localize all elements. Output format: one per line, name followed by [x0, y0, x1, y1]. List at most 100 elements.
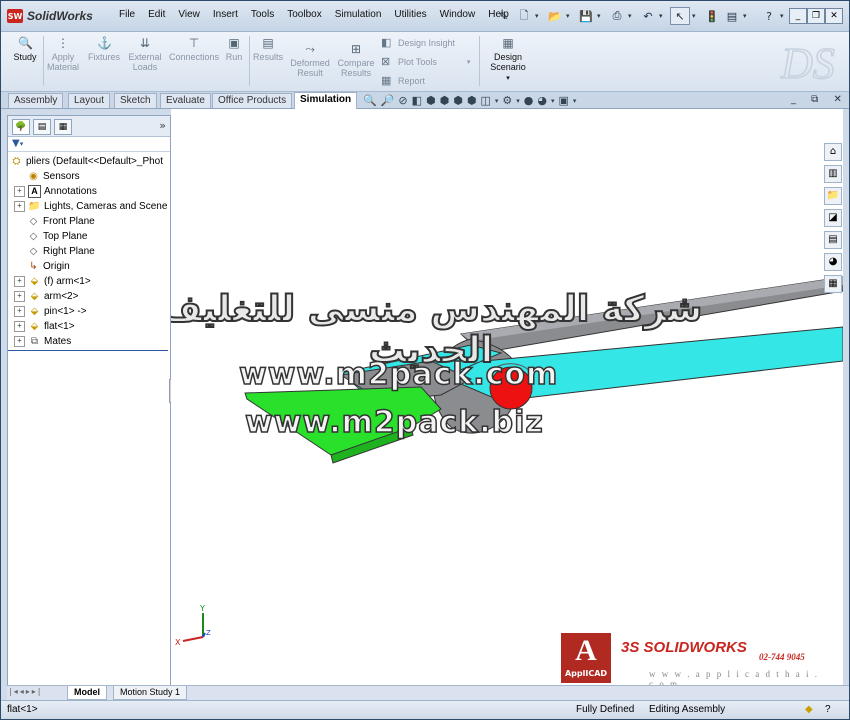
report-button[interactable]: ▦ Report	[381, 74, 425, 87]
chevron-down-icon[interactable]: ▾	[551, 97, 555, 105]
tree-root[interactable]: ⛭ pliers (Default<<Default>_Phot	[10, 154, 164, 169]
tree-item-arm-1[interactable]: + ⬙ (f) arm<1>	[14, 274, 91, 289]
open-folder-icon[interactable]: 📂	[546, 8, 564, 24]
fixtures-button[interactable]: ⚓ Fixtures	[85, 36, 123, 62]
close-button[interactable]: ✕	[825, 8, 843, 24]
save-icon[interactable]: 💾	[577, 8, 595, 24]
appearances-icon[interactable]: ◕	[824, 253, 842, 271]
tab-scroll-arrows-icon[interactable]: |◂◂▸▸|	[9, 687, 42, 696]
zoom-to-area-icon[interactable]: 🔎	[381, 94, 395, 107]
chevron-down-icon[interactable]: ▾	[516, 97, 520, 105]
results-button[interactable]: ▤ Results	[252, 36, 284, 62]
tree-item-mates[interactable]: + ⧉ Mates	[14, 334, 71, 349]
menu-file[interactable]: File	[119, 9, 135, 20]
viewport-window-controls[interactable]: _ ⧉ ✕	[791, 94, 848, 105]
chevron-down-icon[interactable]: ▾	[780, 12, 787, 20]
menu-toolbox[interactable]: Toolbox	[287, 9, 321, 20]
menu-window[interactable]: Window	[440, 9, 476, 20]
graphics-area[interactable]: شركة المهندس منسى للتغليف الحديث www.m2p…	[171, 109, 843, 685]
compare-results-button[interactable]: ⊞ Compare Results	[335, 42, 377, 78]
realview-icon[interactable]: ◕	[537, 94, 547, 107]
new-document-icon[interactable]: 🗋	[515, 8, 533, 24]
home-icon[interactable]: ⌂	[824, 143, 842, 161]
tree-item-arm-2[interactable]: + ⬙ arm<2>	[14, 289, 78, 304]
previous-view-icon[interactable]: ⊘	[398, 94, 407, 107]
chevron-down-icon[interactable]: ▾	[743, 12, 750, 20]
chevron-down-icon[interactable]: ▾	[506, 75, 510, 82]
tree-item-flat[interactable]: + ⬙ flat<1>	[14, 319, 75, 334]
tree-item-annotations[interactable]: + A Annotations	[14, 184, 97, 199]
apply-scene-icon[interactable]: ◫	[480, 94, 490, 107]
chevron-down-icon[interactable]: ▾	[535, 12, 542, 20]
external-loads-button[interactable]: ⇊ External Loads	[125, 36, 165, 72]
tree-item-top-plane[interactable]: ◇ Top Plane	[27, 229, 88, 244]
menu-simulation[interactable]: Simulation	[335, 9, 382, 20]
chevron-down-icon[interactable]: ▾	[659, 12, 666, 20]
edit-appearance-icon[interactable]: ⬢	[467, 94, 477, 107]
undo-icon[interactable]: ↶	[639, 8, 657, 24]
tab-layout[interactable]: Layout	[68, 93, 111, 108]
deformed-result-button[interactable]: ⤳ Deformed Result	[289, 42, 331, 78]
expand-icon[interactable]: +	[14, 186, 25, 197]
chevron-down-icon[interactable]: ▾	[628, 12, 635, 20]
connections-button[interactable]: ⊤ Connections	[167, 36, 221, 62]
property-icon[interactable]: ▤	[824, 231, 842, 249]
section-view-icon[interactable]: ◧	[412, 94, 422, 107]
select-pointer-icon[interactable]: ↖	[670, 7, 690, 25]
tree-item-right-plane[interactable]: ◇ Right Plane	[27, 244, 95, 259]
view-orientation-icon[interactable]: ⬢	[426, 94, 436, 107]
configuration-manager-tab-icon[interactable]: ▦	[54, 119, 72, 135]
plot-tools-button[interactable]: ⊠ Plot Tools ▾	[381, 55, 470, 68]
tab-motion-study-1[interactable]: Motion Study 1	[113, 686, 188, 700]
app-logo[interactable]: SW SolidWorks	[7, 7, 93, 25]
hide-show-icon[interactable]: ⬢	[453, 94, 463, 107]
feature-manager-tab-icon[interactable]: 🌳	[12, 119, 30, 135]
chevron-down-icon[interactable]: ▾	[692, 12, 699, 20]
menu-tools[interactable]: Tools	[251, 9, 274, 20]
design-library-icon[interactable]: ▥	[824, 165, 842, 183]
tab-simulation[interactable]: Simulation	[294, 92, 358, 109]
view-settings-icon[interactable]: ⚙	[502, 94, 512, 107]
help-icon[interactable]: ?	[825, 704, 831, 715]
design-insight-button[interactable]: ◧ Design Insight	[381, 36, 455, 49]
options-icon[interactable]: ▤	[723, 8, 741, 24]
restore-button[interactable]: ❐	[807, 8, 825, 24]
help-icon[interactable]: ?	[760, 8, 778, 24]
color-ball-icon[interactable]: ●	[524, 94, 534, 107]
expand-icon[interactable]: +	[14, 306, 25, 317]
tab-office-products[interactable]: Office Products	[212, 93, 293, 108]
screen-capture-icon[interactable]: ▣	[559, 94, 569, 107]
minimize-button[interactable]: _	[789, 8, 807, 24]
view-palette-icon[interactable]: ◪	[824, 209, 842, 227]
expand-icon[interactable]: +	[14, 201, 25, 212]
pliers-model[interactable]	[171, 109, 843, 685]
apply-material-button[interactable]: ⋮ Apply Material	[45, 36, 81, 72]
tree-filter[interactable]: ▼▾	[8, 137, 170, 152]
custom-properties-icon[interactable]: ▦	[824, 275, 842, 293]
menu-edit[interactable]: Edit	[148, 9, 165, 20]
tab-model[interactable]: Model	[67, 686, 107, 700]
tree-item-lights[interactable]: + 📁 Lights, Cameras and Scene	[14, 199, 167, 214]
tab-assembly[interactable]: Assembly	[8, 93, 64, 108]
chevron-down-icon[interactable]: ▾	[573, 97, 577, 105]
tree-item-sensors[interactable]: ◉ Sensors	[27, 169, 80, 184]
tree-item-origin[interactable]: ↳ Origin	[27, 259, 69, 274]
rollback-bar[interactable]	[8, 350, 168, 351]
tab-sketch[interactable]: Sketch	[114, 93, 157, 108]
design-scenario-button[interactable]: ▦ Design Scenario ▾	[485, 36, 531, 84]
menu-insert[interactable]: Insert	[213, 9, 238, 20]
tree-item-pin[interactable]: + ⬙ pin<1> ->	[14, 304, 87, 319]
expand-icon[interactable]: +	[14, 336, 25, 347]
study-button[interactable]: 🔍 Study	[11, 36, 39, 62]
chevron-down-icon[interactable]: ▾	[597, 12, 604, 20]
menu-utilities[interactable]: Utilities	[394, 9, 426, 20]
print-icon[interactable]: ⎙	[608, 8, 626, 24]
rebuild-icon[interactable]: ◆	[805, 704, 813, 715]
expand-icon[interactable]: +	[14, 321, 25, 332]
property-manager-tab-icon[interactable]: ▤	[33, 119, 51, 135]
expand-icon[interactable]: +	[14, 291, 25, 302]
chevron-down-icon[interactable]: ▾	[495, 97, 499, 105]
menu-view[interactable]: View	[178, 9, 200, 20]
pin-icon[interactable]: ✎	[495, 8, 513, 24]
tab-evaluate[interactable]: Evaluate	[160, 93, 211, 108]
